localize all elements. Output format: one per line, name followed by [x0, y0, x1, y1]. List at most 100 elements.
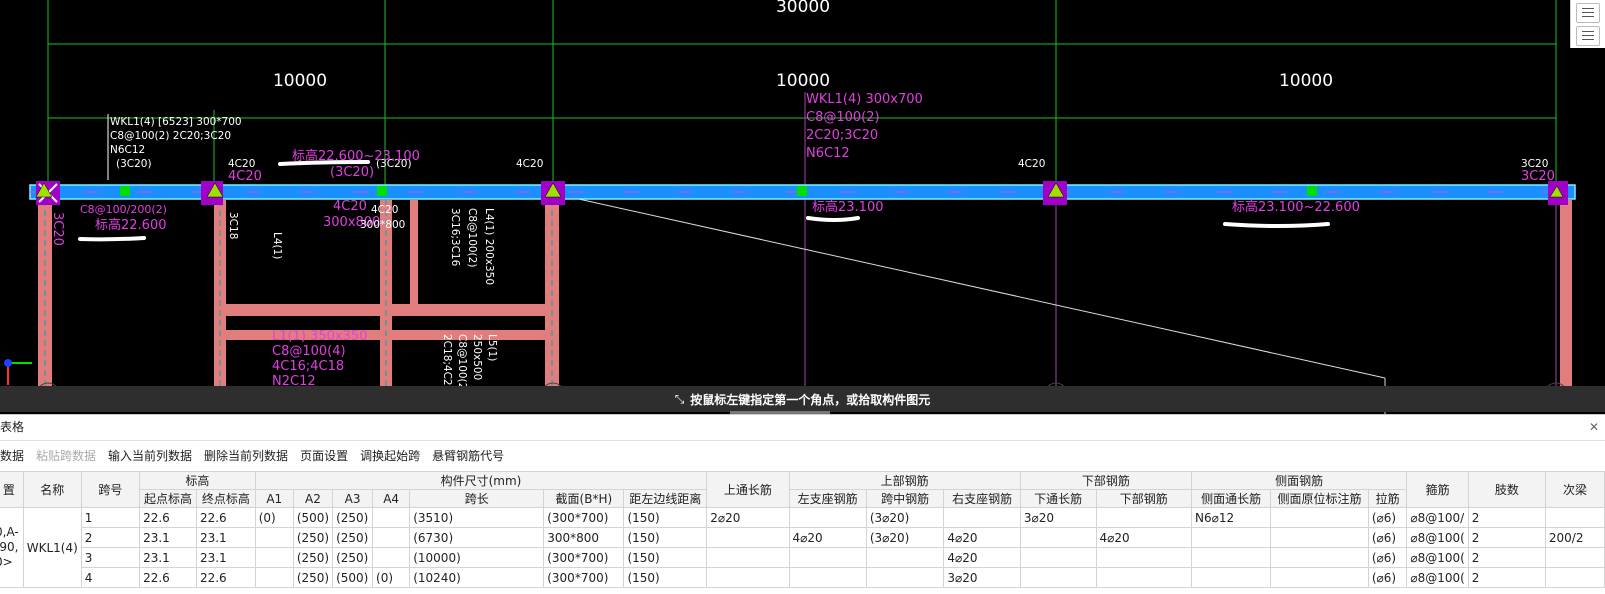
cell-a1[interactable]: (0): [254, 507, 294, 528]
cell-stirrup[interactable]: ⌀8@100(: [1406, 567, 1469, 588]
cell-side-continuous[interactable]: [1190, 547, 1272, 568]
cell-a2[interactable]: (250): [292, 567, 334, 588]
cell-bottom-bars[interactable]: 4⌀20: [1095, 527, 1193, 548]
cell-span[interactable]: 1: [80, 507, 141, 528]
cell-mid-span[interactable]: [865, 547, 945, 568]
cell-name[interactable]: WKL1(4): [22, 507, 82, 588]
cell-start-elev[interactable]: 23.1: [139, 547, 197, 568]
cell-end-elev[interactable]: 23.1: [195, 527, 256, 548]
cell-offset[interactable]: (150): [623, 567, 708, 588]
cell-legs[interactable]: 2: [1467, 507, 1546, 528]
cell-section[interactable]: (300*700): [543, 507, 625, 528]
cell-section[interactable]: 300*800: [543, 527, 625, 548]
cell-end-elev[interactable]: 23.1: [195, 547, 256, 568]
cell-start-elev[interactable]: 22.6: [139, 507, 197, 528]
cell-left-support[interactable]: [788, 547, 867, 568]
cell-side-continuous[interactable]: N6⌀12: [1190, 507, 1272, 528]
cell-right-support[interactable]: 3⌀20: [943, 567, 1021, 588]
cell-stirrup[interactable]: ⌀8@100/: [1406, 507, 1469, 528]
cell-right-support[interactable]: [943, 507, 1021, 528]
cell-a3[interactable]: (250): [332, 527, 374, 548]
cell-span-length[interactable]: (6730): [409, 527, 545, 548]
cell-span[interactable]: 4: [80, 567, 141, 588]
cell-a2[interactable]: (500): [292, 507, 334, 528]
cell-left-support[interactable]: [788, 507, 867, 528]
cell-a1[interactable]: [254, 527, 294, 548]
cell-section[interactable]: (300*700): [543, 567, 625, 588]
cell-legs[interactable]: 2: [1467, 567, 1546, 588]
cell-bottom-bars[interactable]: [1095, 547, 1193, 568]
cell-span-length[interactable]: (10000): [409, 547, 545, 568]
cell-bottom-continuous[interactable]: [1019, 567, 1097, 588]
cell-top-continuous[interactable]: [706, 527, 790, 548]
toolbar-copy-span-data[interactable]: 数据: [0, 447, 24, 464]
cell-a3[interactable]: (250): [332, 507, 374, 528]
cell-stirrup[interactable]: ⌀8@100(: [1406, 547, 1469, 568]
cell-start-elev[interactable]: 23.1: [139, 527, 197, 548]
cell-top-continuous[interactable]: [706, 547, 790, 568]
cell-a4[interactable]: [372, 507, 411, 528]
cell-bottom-bars[interactable]: [1095, 567, 1193, 588]
cell-secondary-beam[interactable]: [1544, 547, 1605, 568]
cell-mid-span[interactable]: (3⌀20): [865, 527, 945, 548]
cell-a4[interactable]: [372, 527, 411, 548]
cell-secondary-beam[interactable]: [1544, 567, 1605, 588]
cell-side-in-situ[interactable]: [1270, 507, 1369, 528]
cad-drawing[interactable]: 30000 10000 10000 10000 WKL1(4) [6523] 3…: [0, 0, 1605, 414]
cell-span-length[interactable]: (10240): [409, 567, 545, 588]
cell-secondary-beam[interactable]: [1544, 507, 1605, 528]
cell-left-support[interactable]: 4⌀20: [788, 527, 867, 548]
cell-offset[interactable]: (150): [623, 547, 708, 568]
cell-a1[interactable]: [254, 567, 294, 588]
toolbar-input-column-data[interactable]: 输入当前列数据: [108, 447, 192, 464]
cell-side-continuous[interactable]: [1190, 567, 1272, 588]
list-icon[interactable]: [1576, 3, 1600, 23]
cell-a4[interactable]: (0): [372, 567, 411, 588]
cell-a2[interactable]: (250): [292, 527, 334, 548]
toolbar-page-setup[interactable]: 页面设置: [300, 447, 348, 464]
cell-span[interactable]: 3: [80, 547, 141, 568]
cell-mid-span[interactable]: (3⌀20): [865, 507, 945, 528]
cell-a3[interactable]: (500): [332, 567, 374, 588]
cell-mid-span[interactable]: [865, 567, 945, 588]
cell-a3[interactable]: (250): [332, 547, 374, 568]
cell-left-support[interactable]: [788, 567, 867, 588]
cell-start-elev[interactable]: 22.6: [139, 567, 197, 588]
cell-a2[interactable]: (250): [292, 547, 334, 568]
cell-right-support[interactable]: 4⌀20: [943, 547, 1021, 568]
cell-top-continuous[interactable]: 2⌀20: [706, 507, 790, 528]
cell-side-in-situ[interactable]: [1270, 567, 1369, 588]
cell-tie-bar[interactable]: (⌀6): [1367, 507, 1408, 528]
cell-bottom-continuous[interactable]: [1019, 527, 1097, 548]
cell-bottom-continuous[interactable]: 3⌀20: [1019, 507, 1097, 528]
toolbar-cantilever-code[interactable]: 悬臂钢筋代号: [432, 447, 504, 464]
cell-secondary-beam[interactable]: 200/2: [1544, 527, 1605, 548]
cell-stirrup[interactable]: ⌀8@100(: [1406, 527, 1469, 548]
cell-legs[interactable]: 2: [1467, 547, 1546, 568]
cell-bottom-bars[interactable]: [1095, 507, 1193, 528]
cell-span-length[interactable]: (3510): [409, 507, 545, 528]
cell-right-support[interactable]: 4⌀20: [943, 527, 1021, 548]
cell-tie-bar[interactable]: (⌀6): [1367, 547, 1408, 568]
cad-drawing-canvas[interactable]: 30000 10000 10000 10000 WKL1(4) [6523] 3…: [0, 0, 1605, 414]
close-icon[interactable]: ✕: [1589, 415, 1599, 440]
cell-end-elev[interactable]: 22.6: [195, 567, 256, 588]
toolbar-delete-column-data[interactable]: 删除当前列数据: [204, 447, 288, 464]
toolbar-swap-start-span[interactable]: 调换起始跨: [360, 447, 420, 464]
cell-a1[interactable]: [254, 547, 294, 568]
toolbar-paste-span-data[interactable]: 粘贴跨数据: [36, 447, 96, 464]
cell-tie-bar[interactable]: (⌀6): [1367, 527, 1408, 548]
cell-end-elev[interactable]: 22.6: [195, 507, 256, 528]
cell-offset[interactable]: (150): [623, 527, 708, 548]
cell-section[interactable]: (300*700): [543, 547, 625, 568]
cell-side-in-situ[interactable]: [1270, 547, 1369, 568]
cell-tie-bar[interactable]: (⌀6): [1367, 567, 1408, 588]
cell-top-continuous[interactable]: [706, 567, 790, 588]
cell-side-in-situ[interactable]: [1270, 527, 1369, 548]
cell-legs[interactable]: 2: [1467, 527, 1546, 548]
cell-offset[interactable]: (150): [623, 507, 708, 528]
settings-list-icon[interactable]: [1576, 26, 1600, 46]
cell-bottom-continuous[interactable]: [1019, 547, 1097, 568]
cell-position[interactable]: 0,A- -90, 0>: [0, 507, 24, 588]
cell-span[interactable]: 2: [80, 527, 141, 548]
